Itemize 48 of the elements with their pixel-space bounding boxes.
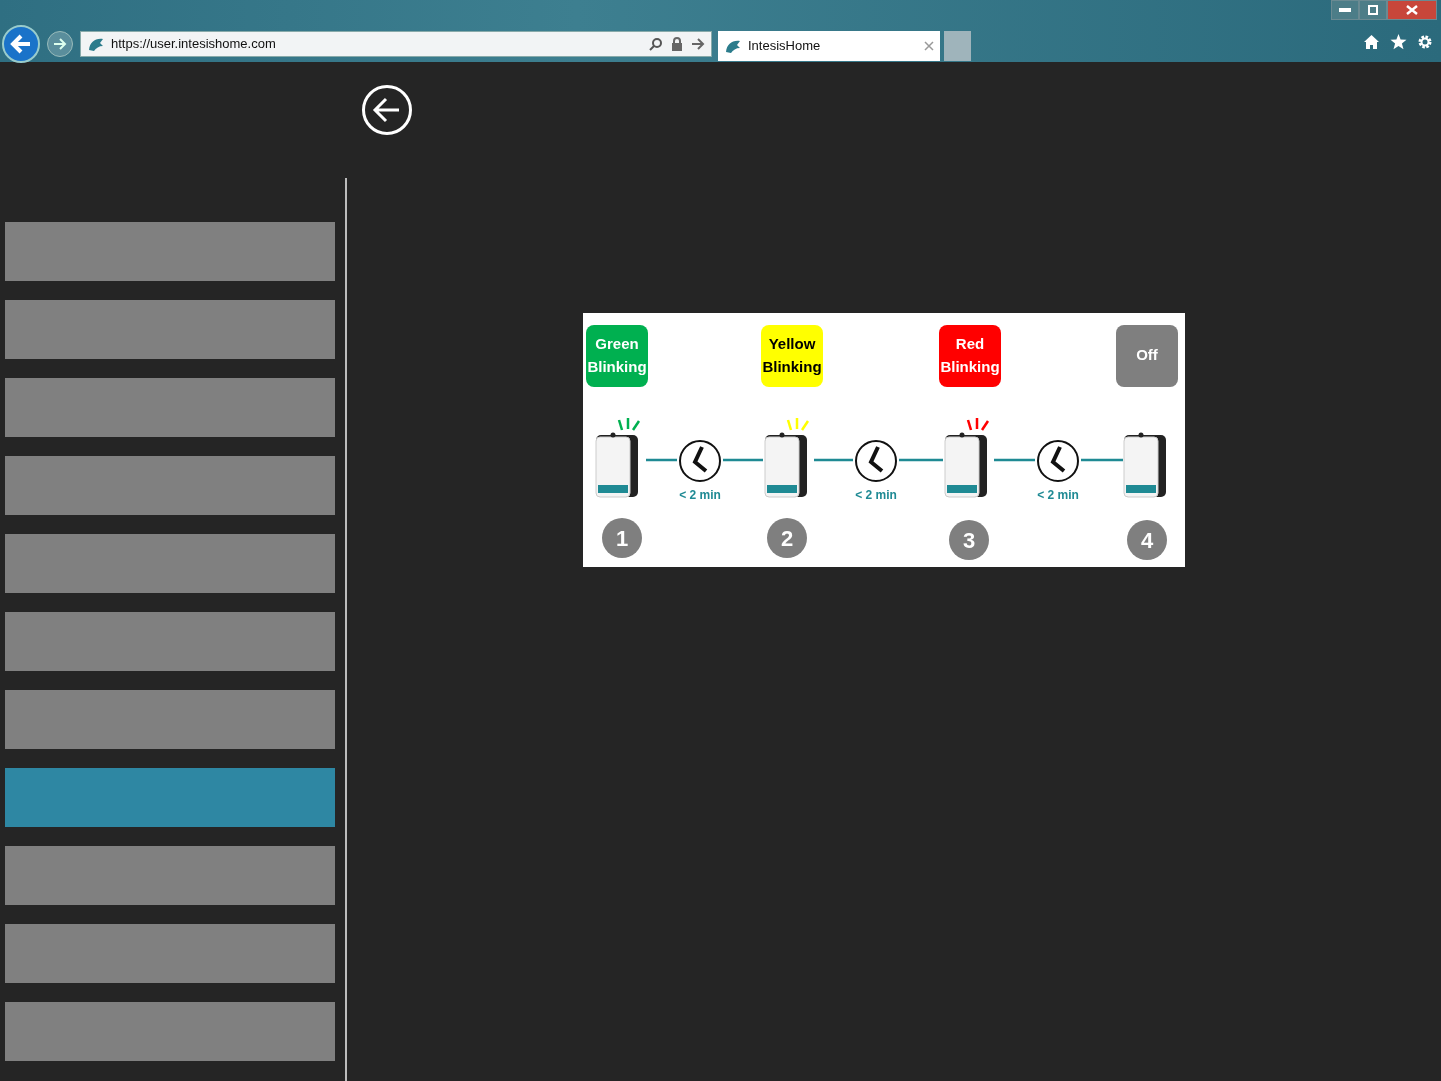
- connector-line: [646, 458, 677, 462]
- restore-icon: [1368, 5, 1378, 15]
- status-label: Yellow Blinking: [762, 335, 822, 375]
- connector-line: [723, 458, 763, 462]
- clock-icon: [679, 440, 721, 482]
- status-label: Green Blinking: [587, 335, 647, 375]
- step-number-circle: [949, 520, 989, 560]
- arrow-left-icon: [10, 34, 32, 54]
- address-bar[interactable]: https://user.intesishome.com: [80, 31, 712, 57]
- step-number-circle: [1127, 520, 1167, 560]
- step-number: 3: [962, 528, 976, 553]
- step-number-circle: [767, 518, 807, 558]
- maximize-button[interactable]: [1359, 0, 1387, 20]
- url-text: https://user.intesishome.com: [111, 35, 276, 54]
- settings-icon[interactable]: [1417, 34, 1433, 50]
- step-number-circle: [602, 518, 642, 558]
- minimize-button[interactable]: [1331, 0, 1359, 20]
- step-number: 2: [780, 526, 794, 551]
- connector-line: [1081, 458, 1123, 462]
- step-number: 1: [615, 526, 629, 551]
- connector-line: [814, 458, 853, 462]
- clock-icon: [1037, 440, 1079, 482]
- arrow-right-icon: [53, 38, 67, 50]
- status-label: Off: [1136, 346, 1158, 363]
- close-icon[interactable]: [924, 41, 934, 51]
- back-icon[interactable]: [361, 84, 413, 136]
- search-icon[interactable]: [649, 37, 663, 51]
- connector-line: [994, 458, 1035, 462]
- tab-title: IntesisHome: [748, 37, 821, 56]
- site-icon: [87, 36, 105, 52]
- site-icon: [724, 38, 742, 54]
- interval-label: < 2 min: [1037, 488, 1079, 502]
- arrow-right-icon[interactable]: [691, 38, 705, 50]
- forward-button[interactable]: [47, 31, 73, 57]
- back-button[interactable]: [2, 25, 40, 63]
- status-label: Red Blinking: [940, 335, 1000, 375]
- star-icon[interactable]: [1390, 34, 1407, 50]
- lock-icon[interactable]: [671, 37, 683, 51]
- browser-tab[interactable]: IntesisHome: [718, 31, 940, 61]
- interval-label: < 2 min: [855, 488, 897, 502]
- home-icon[interactable]: [1363, 34, 1380, 50]
- interval-label: < 2 min: [679, 488, 721, 502]
- connector-line: [899, 458, 943, 462]
- clock-icon: [855, 440, 897, 482]
- close-icon: [1406, 5, 1418, 15]
- step-number: 4: [1140, 528, 1154, 553]
- minimize-icon: [1339, 8, 1351, 12]
- close-button[interactable]: [1387, 0, 1437, 20]
